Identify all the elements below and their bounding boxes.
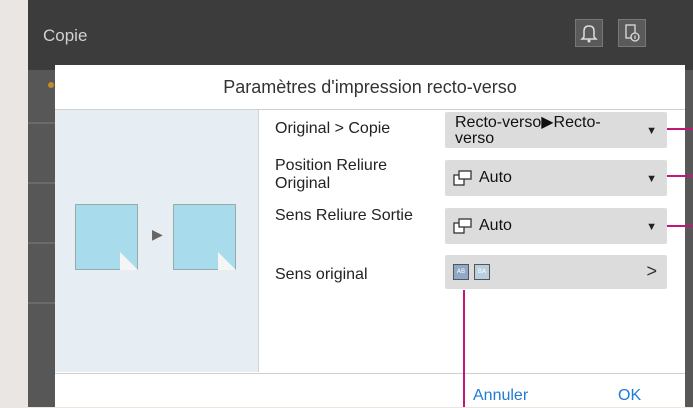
chevron-down-icon: ▼ — [646, 221, 657, 233]
chevron-down-icon: ▼ — [646, 173, 657, 185]
callout-line — [667, 225, 693, 227]
settings-info-icon[interactable] — [618, 19, 646, 47]
ok-button[interactable]: OK — [618, 387, 641, 405]
cancel-button[interactable]: Annuler — [473, 387, 528, 405]
dialog-title: Paramètres d'impression recto-verso — [55, 65, 685, 110]
app-title: Copie — [43, 26, 88, 45]
orientation-ba-icon: BA — [474, 264, 490, 280]
original-copy-label: Original > Copie — [275, 120, 391, 137]
arrow-right-icon: ▶ — [152, 226, 163, 242]
original-copy-dropdown[interactable]: Recto-verso▶Recto-verso ▼ — [445, 112, 667, 148]
chevron-right-icon: > — [646, 261, 657, 281]
callout-line — [667, 128, 693, 130]
preview-pane: ▶ — [55, 110, 259, 372]
duplex-settings-dialog: Paramètres d'impression recto-verso ▶ Or… — [55, 65, 685, 407]
binding-direction-output-dropdown[interactable]: Auto ▼ — [445, 208, 667, 244]
dialog-footer: Annuler OK — [55, 373, 685, 408]
binding-direction-output-value: Auto — [479, 217, 512, 234]
output-document-icon — [173, 204, 236, 270]
chevron-down-icon: ▼ — [646, 125, 657, 137]
background-divider — [28, 122, 58, 124]
binding-position-original-label: Position Reliure Original — [275, 157, 388, 192]
background-divider — [28, 242, 58, 244]
binding-position-original-dropdown[interactable]: Auto ▼ — [445, 160, 667, 196]
callout-line — [463, 290, 465, 407]
top-bar: Copie — [28, 0, 693, 70]
binding-position-original-value: Auto — [479, 169, 512, 186]
original-direction-label: Sens original — [275, 266, 368, 283]
original-copy-value: Recto-verso▶Recto-verso — [455, 114, 601, 147]
background-divider — [28, 182, 58, 184]
source-document-icon — [75, 204, 138, 270]
orientation-ab-icon: AB — [453, 264, 469, 280]
binding-position-icon — [453, 170, 472, 186]
bell-icon[interactable] — [575, 19, 603, 47]
background-indicator — [48, 82, 54, 88]
callout-line — [667, 175, 693, 177]
binding-position-icon — [453, 218, 472, 234]
binding-direction-output-label: Sens Reliure Sortie — [275, 207, 413, 224]
original-direction-selector[interactable]: AB BA > — [445, 255, 667, 289]
background-divider — [28, 302, 58, 304]
